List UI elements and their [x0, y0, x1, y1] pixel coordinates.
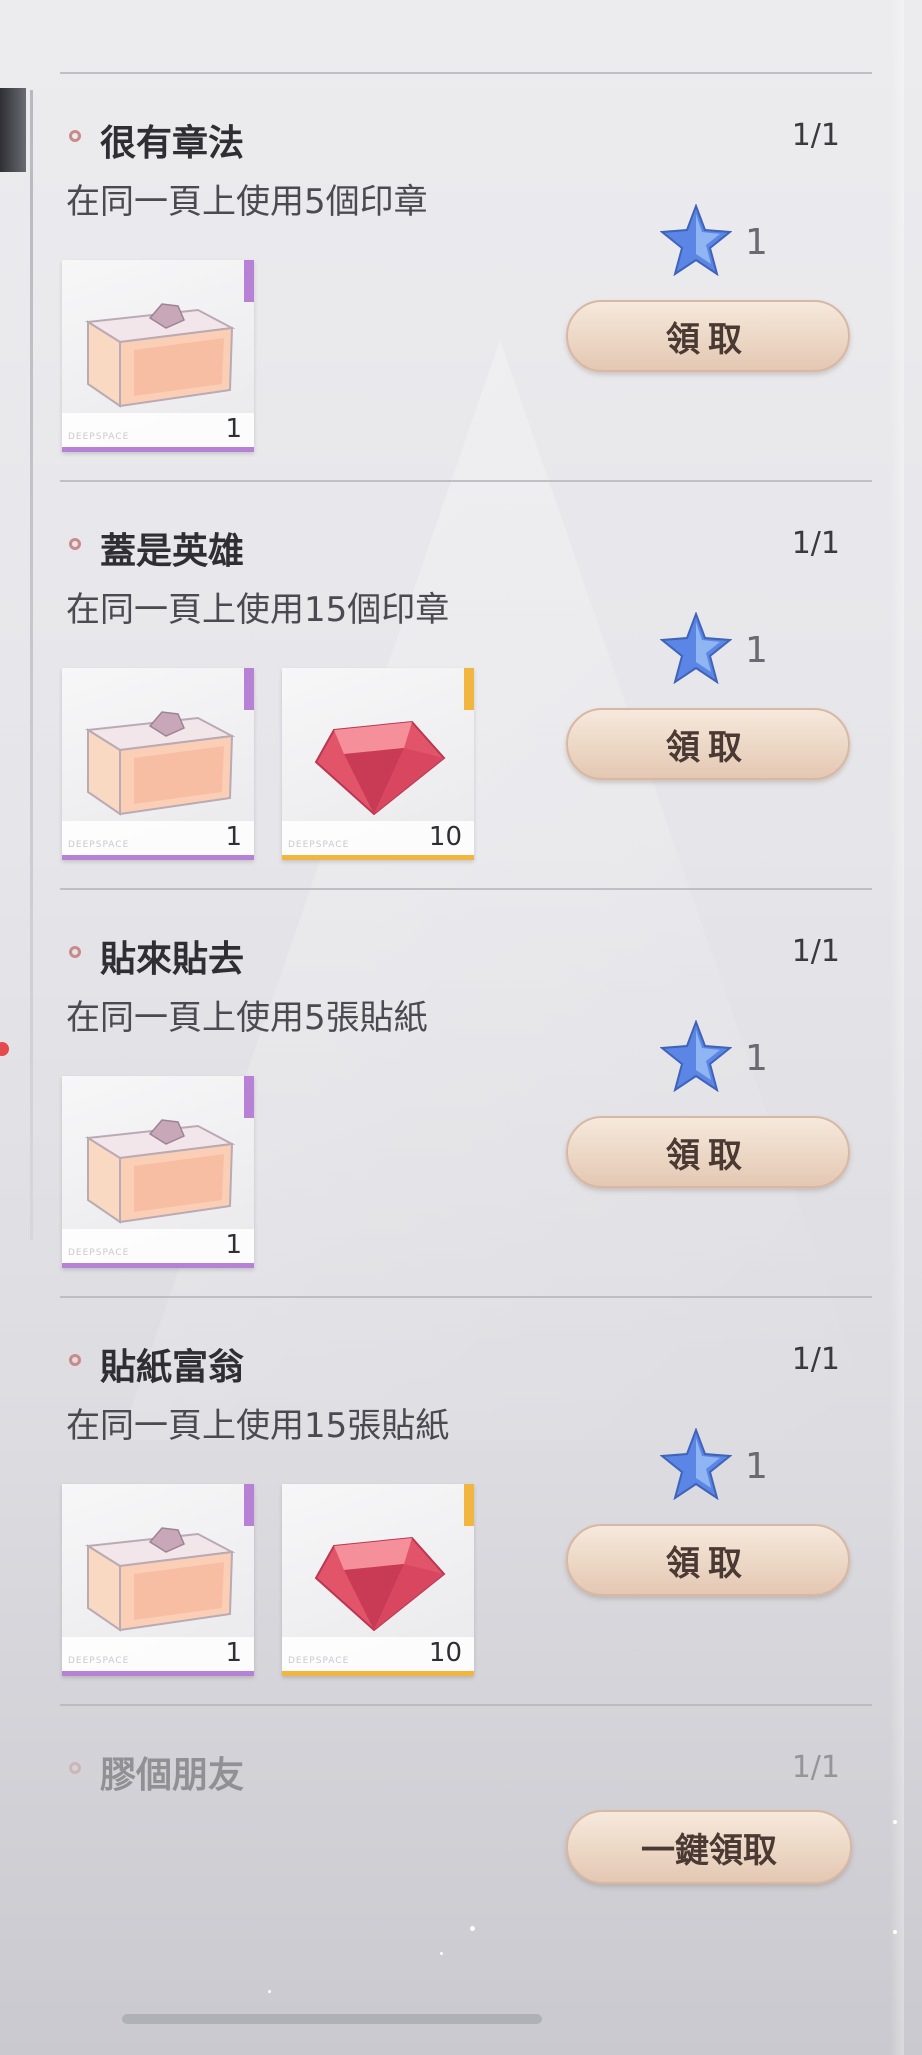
item-count: 10 — [428, 1638, 462, 1668]
rarity-tag — [464, 1484, 474, 1526]
brand-mark: DEEPSPACE — [68, 432, 130, 442]
brand-mark: DEEPSPACE — [288, 1656, 350, 1666]
reward-item[interactable]: DEEPSPACE 10 — [282, 1484, 474, 1676]
rarity-bar — [62, 1671, 254, 1676]
task-progress: 1/1 — [791, 1342, 840, 1377]
item-count: 10 — [428, 822, 462, 852]
sparkle — [893, 1820, 897, 1824]
bullet-icon — [69, 946, 81, 958]
star-count: 1 — [745, 1446, 768, 1487]
sparkle — [893, 1930, 897, 1934]
item-count: 1 — [225, 1230, 242, 1260]
star-icon — [660, 204, 732, 276]
bullet-icon — [69, 1354, 81, 1366]
star-icon — [660, 612, 732, 684]
brand-mark: DEEPSPACE — [68, 1248, 130, 1258]
reward-item[interactable]: DEEPSPACE 1 — [62, 260, 254, 452]
claim-button[interactable]: 領取 — [566, 708, 850, 780]
reward-item[interactable]: DEEPSPACE 1 — [62, 1076, 254, 1268]
task-card: 很有章法 1/1 在同一頁上使用5個印章 DEEPSPACE 1 1 領取 — [0, 100, 922, 506]
reward-item[interactable]: DEEPSPACE 10 — [282, 668, 474, 860]
task-progress: 1/1 — [791, 934, 840, 969]
rarity-bar — [282, 855, 474, 860]
bullet-icon — [69, 1762, 81, 1774]
claim-button[interactable]: 領取 — [566, 1524, 850, 1596]
rarity-bar — [282, 1671, 474, 1676]
task-description: 在同一頁上使用15張貼紙 — [66, 1406, 450, 1446]
claim-button[interactable]: 領取 — [566, 1116, 850, 1188]
item-count: 1 — [225, 822, 242, 852]
item-count: 1 — [225, 1638, 242, 1668]
task-card: 膠個朋友 1/1 — [0, 1732, 922, 1792]
red-diamond-icon — [314, 1536, 446, 1632]
glass-chest-icon — [85, 1119, 236, 1224]
red-diamond-icon — [314, 720, 446, 816]
task-title: 蓋是英雄 — [100, 530, 245, 572]
rarity-tag — [244, 668, 254, 710]
rarity-tag — [244, 260, 254, 302]
star-count: 1 — [745, 630, 768, 671]
rarity-tag — [464, 668, 474, 710]
bullet-icon — [69, 538, 81, 550]
brand-mark: DEEPSPACE — [68, 840, 130, 850]
brand-mark: DEEPSPACE — [68, 1656, 130, 1666]
rarity-bar — [62, 447, 254, 452]
sparkle — [440, 1952, 443, 1955]
task-progress: 1/1 — [791, 526, 840, 561]
task-title: 貼來貼去 — [100, 938, 245, 980]
task-description: 在同一頁上使用5個印章 — [66, 182, 428, 222]
glass-chest-icon — [85, 711, 236, 816]
rarity-tag — [244, 1076, 254, 1118]
task-description: 在同一頁上使用5張貼紙 — [66, 998, 428, 1038]
star-count: 1 — [745, 1038, 768, 1079]
home-indicator[interactable] — [122, 2014, 542, 2024]
rarity-tag — [244, 1484, 254, 1526]
rarity-bar — [62, 855, 254, 860]
task-description: 在同一頁上使用15個印章 — [66, 590, 450, 630]
sparkle — [470, 1926, 475, 1931]
task-card: 貼紙富翁 1/1 在同一頁上使用15張貼紙 DEEPSPACE 1 DEEPSP… — [0, 1324, 922, 1730]
brand-mark: DEEPSPACE — [288, 840, 350, 850]
task-card: 貼來貼去 1/1 在同一頁上使用5張貼紙 DEEPSPACE 1 1 領取 — [0, 916, 922, 1322]
bullet-icon — [69, 130, 81, 142]
task-progress: 1/1 — [791, 1750, 840, 1785]
rarity-bar — [62, 1263, 254, 1268]
star-icon — [660, 1428, 732, 1500]
divider — [60, 72, 872, 74]
claim-button[interactable]: 領取 — [566, 300, 850, 372]
task-progress: 1/1 — [791, 118, 840, 153]
item-count: 1 — [225, 414, 242, 444]
star-icon — [660, 1020, 732, 1092]
glass-chest-icon — [85, 303, 236, 408]
star-count: 1 — [745, 222, 768, 263]
reward-item[interactable]: DEEPSPACE 1 — [62, 668, 254, 860]
task-title: 很有章法 — [100, 122, 245, 164]
sparkle — [268, 1990, 271, 1993]
claim-all-button[interactable]: 一鍵領取 — [566, 1810, 852, 1884]
task-title: 貼紙富翁 — [100, 1346, 245, 1388]
reward-item[interactable]: DEEPSPACE 1 — [62, 1484, 254, 1676]
task-title: 膠個朋友 — [100, 1754, 245, 1792]
task-card: 蓋是英雄 1/1 在同一頁上使用15個印章 DEEPSPACE 1 DEEPSP… — [0, 508, 922, 914]
glass-chest-icon — [85, 1527, 236, 1632]
